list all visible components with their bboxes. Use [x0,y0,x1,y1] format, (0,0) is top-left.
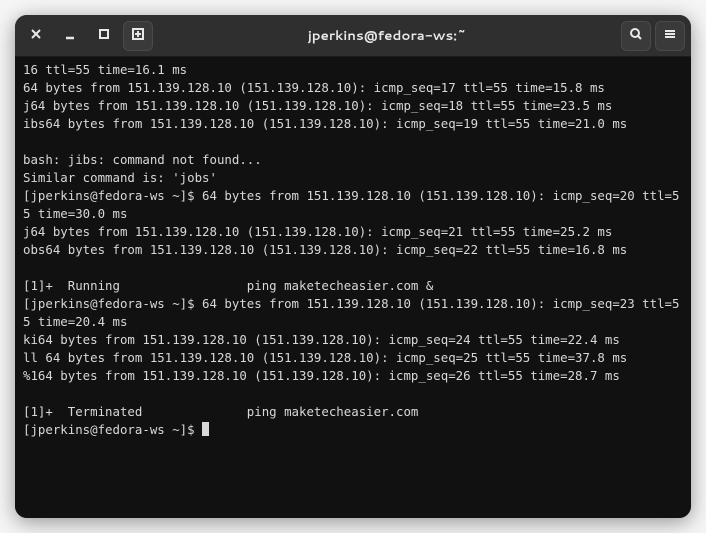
cursor [202,422,209,436]
new-tab-button[interactable] [123,21,153,51]
maximize-button[interactable] [89,21,119,51]
new-tab-icon [131,27,145,44]
titlebar: jperkins@fedora-ws:~ [15,15,691,57]
maximize-icon [97,27,111,44]
search-button[interactable] [621,21,651,51]
search-icon [629,27,643,44]
hamburger-icon [663,27,677,44]
window-title: jperkins@fedora-ws:~ [153,26,621,45]
close-button[interactable] [21,21,51,51]
close-icon [29,27,43,44]
minimize-icon [63,27,77,44]
terminal-prompt: [jperkins@fedora-ws ~]$ [23,422,202,437]
terminal-text: 16 ttl=55 time=16.1 ms 64 bytes from 151… [23,62,679,419]
minimize-button[interactable] [55,21,85,51]
terminal-window: jperkins@fedora-ws:~ 16 ttl=55 time=16.1… [15,15,691,518]
terminal-output[interactable]: 16 ttl=55 time=16.1 ms 64 bytes from 151… [15,57,691,518]
menu-button[interactable] [655,21,685,51]
